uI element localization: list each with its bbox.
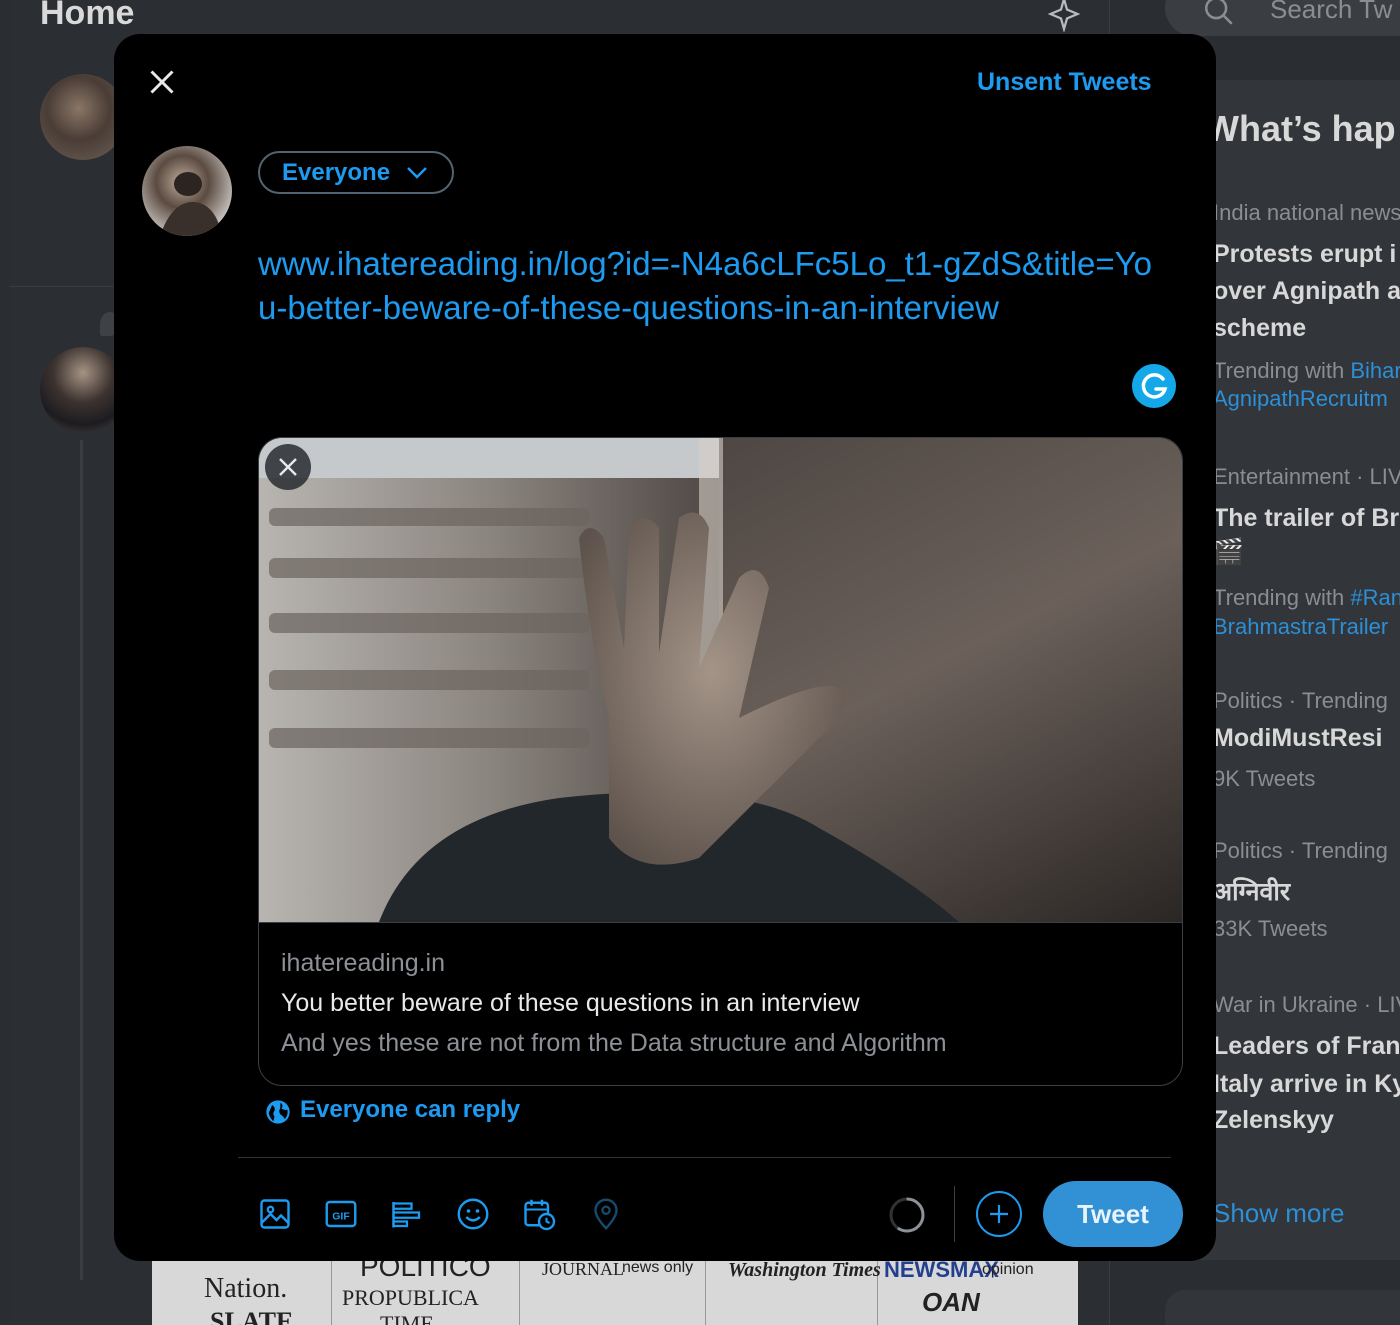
plus-icon: [990, 1205, 1008, 1223]
media-icon[interactable]: [257, 1196, 293, 1232]
trend-title[interactable]: Protests erupt i: [1213, 240, 1396, 269]
trend-meta: War in Ukraine · LIV: [1213, 992, 1400, 1017]
thread-line: [80, 440, 83, 1280]
globe-icon: [266, 1100, 290, 1124]
trend-title[interactable]: 🎬: [1213, 538, 1244, 567]
link-preview-domain: ihatereading.in: [281, 949, 446, 977]
trend-title[interactable]: Leaders of Franc: [1213, 1032, 1400, 1061]
divider: [238, 1157, 1171, 1158]
gif-icon[interactable]: GIF: [323, 1196, 359, 1232]
audience-label: Everyone: [282, 159, 391, 186]
trend-meta: Politics · Trending: [1213, 688, 1388, 713]
search-icon: [1204, 0, 1233, 25]
tweet-textarea[interactable]: www.ihatereading.in/log?id=-N4a6cLFc5Lo_…: [258, 242, 1158, 330]
trend-title[interactable]: अग्निवीर: [1213, 874, 1290, 908]
trend-meta: Trending with Bihar: [1213, 358, 1400, 383]
sparkle-icon[interactable]: [1046, 0, 1082, 32]
unsent-tweets-link[interactable]: Unsent Tweets: [977, 68, 1152, 97]
user-avatar[interactable]: [142, 146, 232, 236]
link-preview-body: ihatereading.in You better beware of the…: [259, 922, 1182, 1085]
emoji-icon[interactable]: [455, 1196, 491, 1232]
link-preview-title: You better beware of these questions in …: [281, 989, 860, 1017]
svg-text:GIF: GIF: [332, 1210, 350, 1222]
schedule-icon[interactable]: [521, 1196, 557, 1232]
reply-setting-label: Everyone can reply: [300, 1096, 521, 1123]
news-logos-image: Nation. SLATE POLITICO PROPUBLICA TIME J…: [152, 1251, 1078, 1325]
link-preview-card[interactable]: ihatereading.in You better beware of the…: [258, 437, 1183, 1086]
trend-title[interactable]: Zelenskyy: [1213, 1106, 1334, 1135]
trend-count: 9K Tweets: [1213, 766, 1316, 791]
trend-count: 33K Tweets: [1213, 916, 1328, 941]
reply-settings-button[interactable]: Everyone can reply: [264, 1096, 520, 1124]
link-preview-description: And yes these are not from the Data stru…: [281, 1029, 947, 1057]
trend-title[interactable]: over Agnipath a: [1213, 277, 1400, 306]
trend-meta: Entertainment · LIV: [1213, 464, 1400, 489]
trend-tag[interactable]: AgnipathRecruitm: [1213, 386, 1388, 412]
location-icon[interactable]: [588, 1196, 624, 1232]
trend-title[interactable]: scheme: [1213, 314, 1306, 343]
trend-meta: Politics · Trending: [1213, 838, 1388, 863]
audience-selector[interactable]: Everyone: [258, 151, 454, 194]
character-count-progress: [889, 1197, 925, 1233]
trend-title[interactable]: The trailer of Br: [1213, 504, 1399, 533]
trend-title[interactable]: Italy arrive in Ky: [1213, 1070, 1400, 1099]
toolbar-separator: [954, 1186, 955, 1242]
trend-meta: Trending with #Ran: [1213, 585, 1400, 610]
add-tweet-button[interactable]: [976, 1191, 1022, 1237]
poll-icon[interactable]: [389, 1196, 425, 1232]
compose-tweet-modal: Unsent Tweets Everyone www.ihatereading.…: [114, 34, 1216, 1261]
trend-meta: India national news: [1213, 200, 1400, 225]
search-placeholder: Search Tw: [1270, 0, 1393, 24]
tweet-button[interactable]: Tweet: [1043, 1181, 1183, 1247]
remove-preview-button[interactable]: [265, 444, 311, 490]
trend-title[interactable]: ModiMustResi: [1213, 724, 1382, 753]
home-title: Home: [40, 0, 135, 32]
trend-tag[interactable]: BrahmastraTrailer: [1213, 614, 1388, 640]
link-preview-image: [259, 438, 1182, 922]
show-more-link[interactable]: Show more: [1213, 1198, 1345, 1229]
chevron-down-icon: [407, 167, 427, 179]
trends-header: What’s hap: [1205, 108, 1396, 149]
close-icon[interactable]: [144, 64, 180, 100]
grammarly-icon[interactable]: [1132, 364, 1176, 408]
secondary-panel: [1165, 1290, 1400, 1325]
